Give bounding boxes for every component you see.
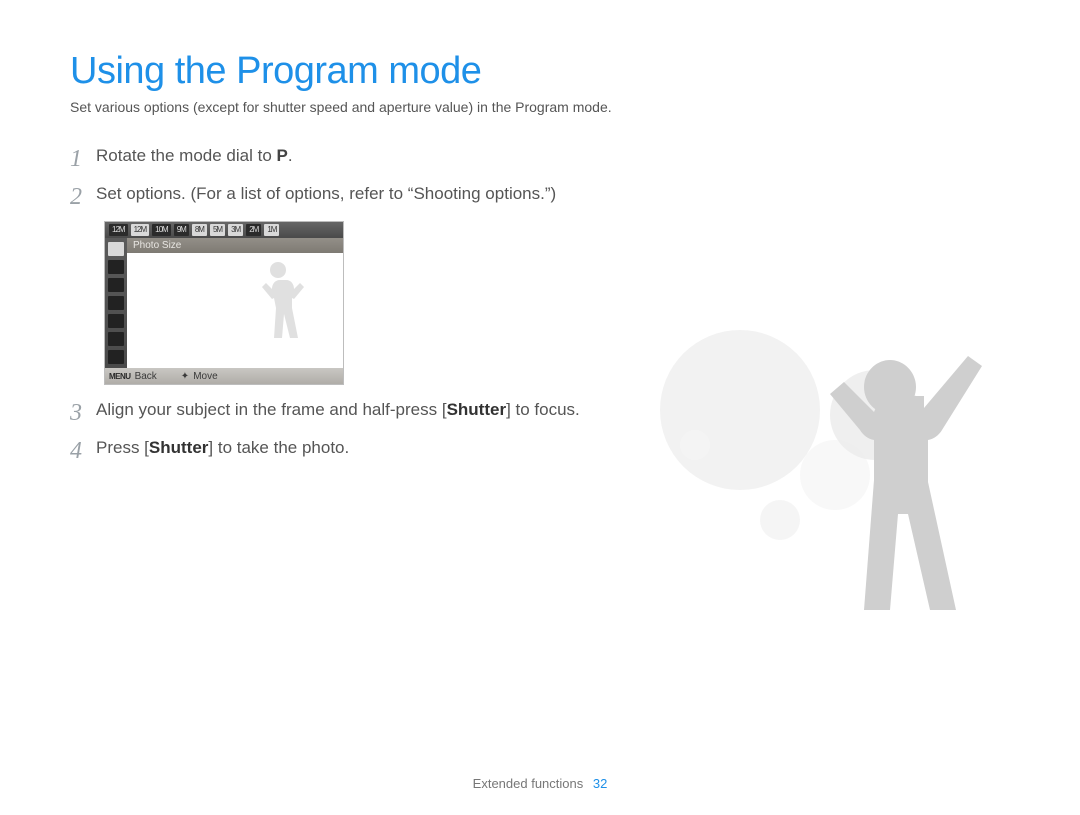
step-3: 3 Align your subject in the frame and ha…: [70, 399, 630, 425]
shutter-key: Shutter: [447, 400, 507, 419]
move-label: Move: [193, 371, 217, 382]
lcd-label: Photo Size: [127, 238, 343, 253]
lcd-preview: Photo Size: [127, 238, 343, 368]
side-icon: [108, 278, 124, 292]
size-chip: 3M: [228, 224, 243, 236]
child-silhouette-icon: [243, 256, 313, 356]
shutter-key: Shutter: [149, 438, 209, 457]
lcd-top-bar: 12M 12M 10M 9M 8M 5M 3M 2M 1M: [105, 222, 343, 238]
side-icon: [108, 260, 124, 274]
step-2: 2 Set options. (For a list of options, r…: [70, 183, 630, 209]
back-label: Back: [135, 371, 157, 382]
footer-page-number: 32: [593, 776, 607, 791]
footer-section: Extended functions: [473, 776, 584, 791]
side-icon: [108, 332, 124, 346]
side-icon: [108, 314, 124, 328]
steps-list: 1 Rotate the mode dial to P. 2 Set optio…: [70, 145, 630, 463]
step-number: 3: [70, 401, 96, 425]
step-number: 4: [70, 439, 96, 463]
page-footer: Extended functions 32: [0, 776, 1080, 791]
page-subtitle: Set various options (except for shutter …: [70, 99, 1010, 115]
size-chip: 9M: [174, 224, 189, 236]
step-number: 1: [70, 147, 96, 171]
camera-lcd-illustration: 12M 12M 10M 9M 8M 5M 3M 2M 1M Photo S: [104, 221, 344, 385]
step-text: Press [Shutter] to take the photo.: [96, 437, 630, 463]
step-4: 4 Press [Shutter] to take the photo.: [70, 437, 630, 463]
size-chip: 5M: [210, 224, 225, 236]
size-chip: 12M: [131, 224, 150, 236]
side-icon: [108, 242, 124, 256]
side-icon: [108, 296, 124, 310]
lcd-bottom-bar: MENU Back ✦ Move: [105, 368, 343, 384]
step-text: Rotate the mode dial to P.: [96, 145, 630, 171]
size-chip: 8M: [192, 224, 207, 236]
size-chip: 10M: [152, 224, 171, 236]
size-chip: 2M: [246, 224, 261, 236]
step-number: 2: [70, 185, 96, 209]
step-text: Set options. (For a list of options, ref…: [96, 183, 630, 209]
side-icon: [108, 350, 124, 364]
move-icon: ✦: [181, 371, 189, 382]
size-chip: 12M: [109, 224, 128, 236]
page-title: Using the Program mode: [70, 50, 1010, 93]
mode-p-icon: P: [277, 145, 288, 168]
lcd-side-bar: [105, 238, 127, 368]
step-text: Align your subject in the frame and half…: [96, 399, 630, 425]
step-1: 1 Rotate the mode dial to P.: [70, 145, 630, 171]
menu-icon: MENU: [109, 372, 131, 381]
size-chip: 1M: [264, 224, 279, 236]
